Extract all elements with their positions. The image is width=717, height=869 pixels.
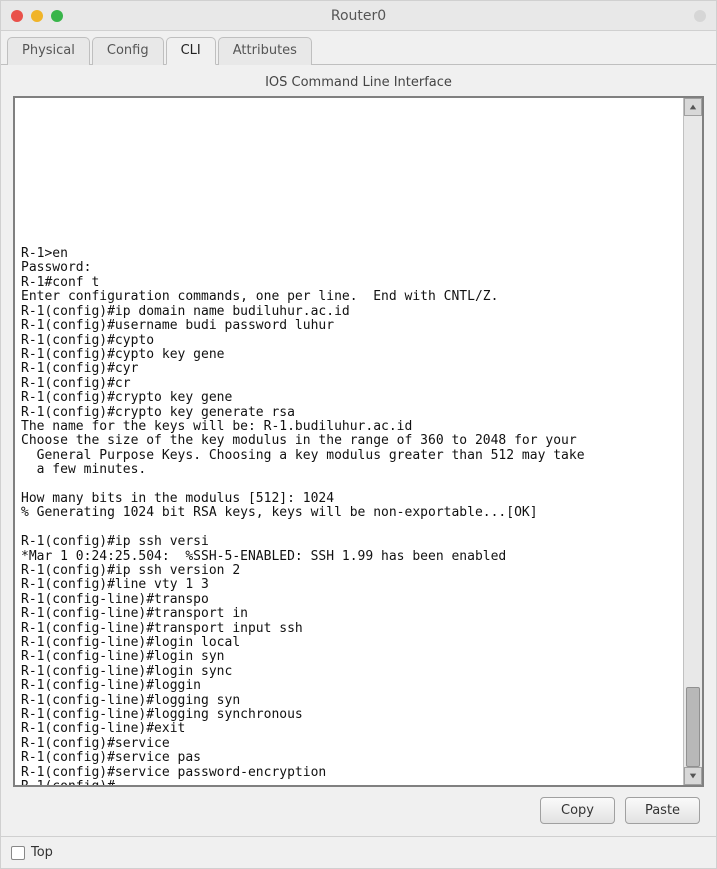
terminal-scrollbar[interactable]: [683, 98, 702, 785]
window-title: Router0: [1, 8, 716, 24]
scroll-track[interactable]: [684, 116, 702, 767]
scroll-down-button[interactable]: [684, 767, 702, 785]
titlebar-window-controls: [11, 10, 63, 22]
paste-button[interactable]: Paste: [625, 797, 700, 824]
top-checkbox[interactable]: [11, 846, 25, 860]
top-checkbox-label: Top: [31, 845, 53, 860]
app-window: Router0 Physical Config CLI Attributes I…: [0, 0, 717, 869]
window-minimize-icon[interactable]: [31, 10, 43, 22]
titlebar: Router0: [1, 1, 716, 31]
scroll-thumb[interactable]: [686, 687, 700, 767]
tab-cli[interactable]: CLI: [166, 37, 216, 65]
tab-attributes[interactable]: Attributes: [218, 37, 312, 65]
tabbar: Physical Config CLI Attributes: [1, 31, 716, 65]
cli-action-row: Copy Paste: [13, 787, 704, 824]
cli-title: IOS Command Line Interface: [13, 75, 704, 90]
tab-content-cli: IOS Command Line Interface R-1>en Passwo…: [1, 65, 716, 836]
chevron-down-icon: [689, 772, 697, 780]
footer: Top: [1, 836, 716, 868]
scroll-up-button[interactable]: [684, 98, 702, 116]
copy-button[interactable]: Copy: [540, 797, 615, 824]
cli-terminal[interactable]: R-1>en Password: R-1#conf t Enter config…: [15, 98, 683, 785]
tab-physical[interactable]: Physical: [7, 37, 90, 65]
terminal-container: R-1>en Password: R-1#conf t Enter config…: [13, 96, 704, 787]
window-maximize-icon[interactable]: [51, 10, 63, 22]
window-inactive-icon: [694, 10, 706, 22]
chevron-up-icon: [689, 103, 697, 111]
window-close-icon[interactable]: [11, 10, 23, 22]
tab-config[interactable]: Config: [92, 37, 164, 65]
